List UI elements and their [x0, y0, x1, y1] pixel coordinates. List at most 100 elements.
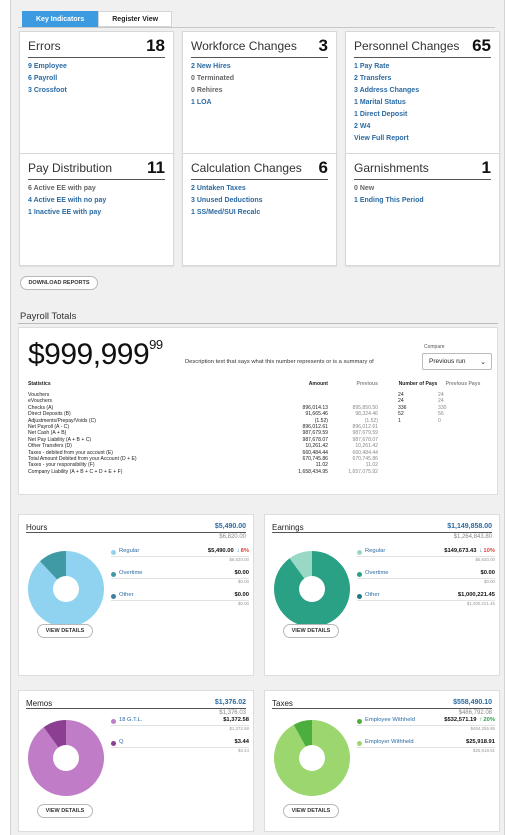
card-item-3-crossfoot[interactable]: 3 Crossfoot — [28, 85, 67, 97]
card-item-9-employee[interactable]: 9 Employee — [28, 61, 67, 73]
card-divider — [28, 57, 165, 58]
tab-key-indicators[interactable]: Key Indicators — [22, 11, 99, 27]
legend-dot — [357, 594, 362, 599]
legend-previous-value: $1,000,221.45 — [466, 601, 495, 606]
card-title: Errors — [28, 39, 61, 53]
legend-label: Employer Withheld — [365, 739, 414, 745]
card-item-1-marital-status[interactable]: 1 Marital Status — [354, 97, 419, 109]
card-item-2-w4[interactable]: 2 W4 — [354, 121, 419, 133]
card-count: 1 — [481, 158, 491, 177]
card-item-view-full-report[interactable]: View Full Report — [354, 133, 419, 145]
card-divider — [191, 57, 328, 58]
legend-change-percent: 8% — [240, 548, 249, 554]
legend-item-other[interactable]: Other $0.00 $0.00 — [111, 592, 249, 614]
legend-value: $5,490.00 ↓8% — [207, 548, 249, 554]
card-item-1-ss-med-sui-recalc[interactable]: 1 SS/Med/SUI Recalc — [191, 207, 263, 219]
legend-divider — [111, 599, 249, 601]
stats-header-previous: Previous — [356, 381, 378, 387]
legend-previous-value: $484,255.95 — [470, 726, 495, 731]
panel-divider — [272, 532, 492, 533]
legend-previous-value: $0.00 — [238, 601, 249, 606]
table-row: Company Liability (A + B + C + D + E + F… — [28, 469, 488, 475]
card-item-1-loa[interactable]: 1 LOA — [191, 97, 234, 109]
view-details-button[interactable]: VIEW DETAILS — [283, 624, 339, 638]
panel-total: $1,376.02 — [214, 699, 246, 706]
card-item-1-inactive-ee-with-pay[interactable]: 1 Inactive EE with pay — [28, 207, 106, 219]
card-item-1-ending-this-period[interactable]: 1 Ending This Period — [354, 195, 424, 207]
legend-divider — [357, 555, 495, 557]
legend-item-18-g-t-l[interactable]: 18 G.T.L. $1,372.58 $1,372.58 — [111, 717, 249, 739]
card-items: 1 Pay Rate 2 Transfers 3 Address Changes 1 … — [354, 61, 419, 145]
statistics-table: Statistics Amount Previous Number of Pays Pr… — [28, 381, 488, 475]
legend-previous-value: $25,918.91 — [473, 748, 495, 753]
card-divider — [191, 179, 328, 180]
legend-divider — [111, 746, 249, 748]
card-item-0-rehires: 0 Rehires — [191, 87, 223, 94]
card-title: Garnishments — [354, 161, 429, 175]
legend-item-q[interactable]: Q $3.44 $3.44 — [111, 739, 249, 761]
view-details-button[interactable]: VIEW DETAILS — [37, 624, 93, 638]
legend-divider — [111, 577, 249, 579]
payroll-total-cents: 99 — [149, 337, 163, 352]
card-item-3-unused-deductions[interactable]: 3 Unused Deductions — [191, 195, 263, 207]
card-item-2-new-hires[interactable]: 2 New Hires — [191, 61, 234, 73]
card-items: 2 New Hires 0 Terminated 0 Rehires 1 LOA — [191, 61, 234, 109]
donut-hole — [53, 745, 79, 771]
card-count: 3 — [318, 36, 328, 55]
view-details-button[interactable]: VIEW DETAILS — [37, 804, 93, 818]
legend-item-employer-withheld[interactable]: Employer Withheld $25,918.91 $25,918.91 — [357, 739, 495, 761]
legend-previous-value: $0.00 — [238, 579, 249, 584]
card-pay-distribution: Pay Distribution 11 6 Active EE with pay 4 … — [19, 153, 174, 266]
legend-value: $1,372.58 — [223, 717, 249, 723]
download-reports-button[interactable]: DOWNLOAD REPORTS — [20, 276, 98, 290]
table-cell: Company Liability (A + B + C + D + E + F… — [28, 468, 123, 475]
legend-label: 18 G.T.L. — [119, 717, 143, 723]
stats-header-number-of-pays: Number of Pays — [398, 381, 438, 387]
legend-item-overtime[interactable]: Overtime $0.00 $0.00 — [357, 570, 495, 592]
table-cell: 1,657,075.92 — [348, 468, 378, 475]
view-details-button[interactable]: VIEW DETAILS — [283, 804, 339, 818]
card-count: 18 — [146, 36, 165, 55]
card-divider — [28, 179, 165, 180]
legend-label: Other — [119, 592, 134, 598]
legend-divider — [357, 577, 495, 579]
card-item-1-pay-rate[interactable]: 1 Pay Rate — [354, 61, 419, 73]
card-items: 2 Untaken Taxes 3 Unused Deductions 1 SS/M… — [191, 183, 263, 219]
legend-item-regular[interactable]: Regular $149,673.43 ↓10% $6,820.00 — [357, 548, 495, 570]
payroll-totals-divider — [18, 323, 498, 324]
compare-select[interactable]: Previous run ⌄ — [422, 353, 492, 370]
panel-total: $1,149,858.00 — [447, 523, 492, 530]
card-item-0-new: 0 New — [354, 185, 375, 192]
legend-label: Q — [119, 739, 124, 745]
card-workforce-changes: Workforce Changes 3 2 New Hires 0 Terminate… — [182, 31, 337, 159]
compare-select-value: Previous run — [429, 358, 466, 365]
card-item-3-address-changes[interactable]: 3 Address Changes — [354, 85, 419, 97]
legend-label: Overtime — [365, 570, 389, 576]
legend-change-percent: 20% — [483, 717, 495, 723]
card-item-6-payroll[interactable]: 6 Payroll — [28, 73, 67, 85]
table-cell — [438, 469, 488, 475]
legend-value: $0.00 — [234, 570, 249, 576]
legend-dot — [357, 572, 362, 577]
legend-item-employee-withheld[interactable]: Employee Withheld $532,571.19 ↑20% $484,255… — [357, 717, 495, 739]
card-title: Workforce Changes — [191, 39, 297, 53]
legend-value: $532,571.19 ↑20% — [444, 717, 495, 723]
panel-previous-total: $1,264,843.80 — [453, 534, 492, 540]
card-item-1-direct-deposit[interactable]: 1 Direct Deposit — [354, 109, 419, 121]
legend-previous-value: $3.44 — [238, 748, 249, 753]
card-item-4-active-ee-with-no-pay[interactable]: 4 Active EE with no pay — [28, 195, 106, 207]
legend-dot — [357, 550, 362, 555]
legend-item-overtime[interactable]: Overtime $0.00 $0.00 — [111, 570, 249, 592]
panel-previous-total: $6,820.00 — [219, 534, 246, 540]
card-item-2-transfers[interactable]: 2 Transfers — [354, 73, 419, 85]
legend-item-regular[interactable]: Regular $5,490.00 ↓8% $6,820.00 — [111, 548, 249, 570]
donut-hole — [53, 576, 79, 602]
panel-memos: Memos $1,376.02 $1,376.03 18 G.T.L. $1,372.5… — [18, 690, 254, 832]
card-item-2-untaken-taxes[interactable]: 2 Untaken Taxes — [191, 183, 263, 195]
stats-header-previous-pays: Previous Pays — [445, 381, 481, 387]
card-item-0-terminated: 0 Terminated — [191, 75, 235, 82]
tab-register-view[interactable]: Register View — [98, 11, 173, 27]
panel-divider — [26, 532, 246, 533]
panel-previous-total: $486,792.08 — [458, 710, 492, 716]
legend-item-other[interactable]: Other $1,000,221.45 $1,000,221.45 — [357, 592, 495, 614]
